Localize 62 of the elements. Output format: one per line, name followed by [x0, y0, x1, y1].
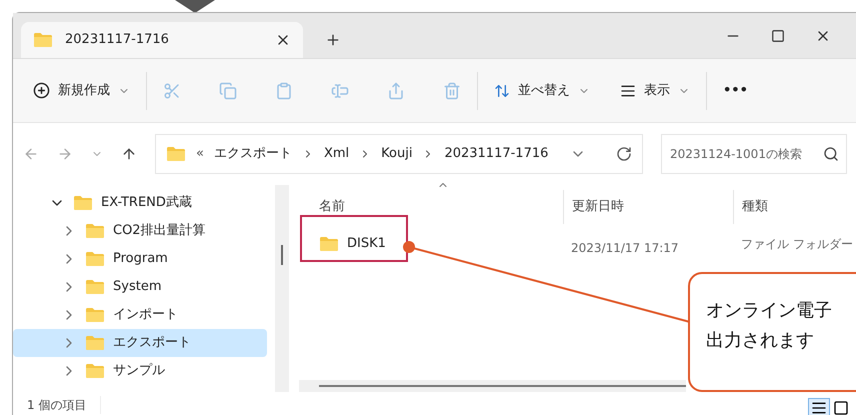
breadcrumb[interactable]: 20231117-1716 [444, 144, 548, 164]
plus-icon [33, 82, 50, 99]
overflow-marker: « [196, 145, 204, 164]
tree-item[interactable]: System [13, 273, 267, 301]
tree-item-label: Program [113, 250, 168, 268]
lines-icon [811, 400, 827, 415]
details-view-button[interactable] [808, 398, 830, 415]
maximize-icon[interactable] [771, 28, 785, 42]
column-header[interactable]: 更新日時 [572, 197, 624, 217]
tree-item-label: サンプル [113, 362, 165, 380]
tree-item-label: System [113, 278, 162, 296]
back-icon[interactable] [23, 146, 39, 162]
tree-item[interactable]: サンプル [13, 357, 267, 385]
folder-icon [85, 251, 105, 267]
sidebar-scrollbar[interactable] [275, 185, 289, 392]
column-header[interactable]: 種類 [742, 197, 768, 217]
breadcrumb[interactable]: Kouji [381, 144, 412, 164]
tab[interactable]: 20231117-1716 [21, 22, 303, 58]
tree-item[interactable]: CO2排出量計算 [13, 217, 267, 245]
up-icon[interactable] [121, 146, 137, 162]
horizontal-scrollbar[interactable] [299, 380, 686, 392]
file-type: ファイル フォルダー [740, 236, 853, 253]
status-text: 1 個の項目 [27, 396, 102, 414]
refresh-icon[interactable] [616, 146, 632, 162]
folder-icon [73, 195, 93, 211]
column-header[interactable]: 名前 [319, 197, 345, 217]
sort-arrows-icon [494, 82, 510, 98]
tree-item[interactable]: EX-TREND武蔵 [13, 189, 267, 217]
tree-item-label: CO2排出量計算 [113, 222, 206, 240]
tree-item-label: エクスポート [113, 334, 191, 352]
folder-icon [85, 363, 105, 379]
folder-icon [166, 146, 186, 162]
new-button[interactable]: 新規作成 [33, 80, 130, 100]
tab-title: 20231117-1716 [65, 31, 170, 50]
square-icon [833, 400, 849, 415]
folder-icon [85, 279, 105, 295]
tree-item[interactable]: Program [13, 245, 267, 273]
folder-icon [319, 236, 339, 252]
address-bar[interactable]: « エクスポート Xml Kouji 20231117-1716 [155, 134, 643, 174]
lines-icon [620, 82, 636, 98]
forward-icon[interactable] [57, 146, 73, 162]
sort-button[interactable]: 並べ替え [494, 80, 590, 100]
view-button[interactable]: 表示 [620, 80, 690, 100]
modified-date: 2023/11/17 17:17 [570, 240, 680, 257]
file-name[interactable]: DISK1 [347, 234, 386, 254]
search-field[interactable]: 20231124-1001の検索 [661, 134, 847, 174]
pointer-arrow-icon [175, 0, 215, 13]
tree-item-label: EX-TREND武蔵 [101, 194, 192, 212]
tree-item[interactable]: インポート [13, 301, 267, 329]
folder-icon [33, 32, 53, 48]
more-button[interactable]: ••• [723, 80, 748, 100]
new-tab-icon[interactable] [325, 32, 341, 48]
search-icon [823, 146, 839, 162]
breadcrumb[interactable]: Xml [324, 144, 350, 164]
folder-icon [85, 223, 105, 239]
folder-icon [85, 335, 105, 351]
folder-icon [85, 307, 105, 323]
tree-item-label: インポート [113, 306, 178, 324]
callout-text: 出力されます [706, 329, 815, 353]
breadcrumb[interactable]: エクスポート [214, 144, 292, 164]
callout-text: オンライン電子 [706, 299, 833, 323]
tree-item[interactable]: エクスポート [13, 329, 267, 357]
